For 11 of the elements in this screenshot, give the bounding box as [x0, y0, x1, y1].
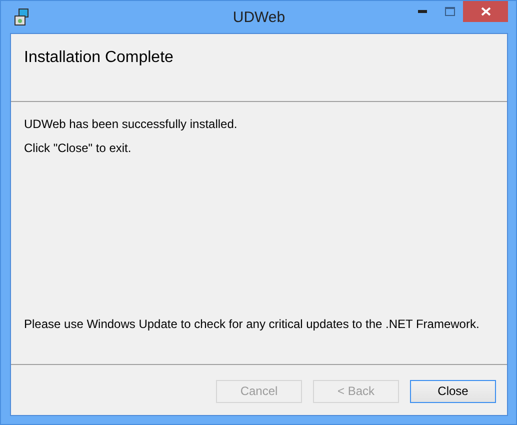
- page-heading: Installation Complete: [24, 49, 174, 66]
- note-text: Please use Windows Update to check for any critical updates to the .NET Framework.: [24, 317, 480, 331]
- close-icon: [480, 7, 490, 16]
- dialog-button[interactable]: Close: [410, 380, 496, 402]
- message-text: Click "Close" to exit.: [24, 141, 132, 155]
- window-title: UDWeb: [232, 9, 286, 26]
- minimize-icon: [418, 10, 427, 13]
- close-button[interactable]: [463, 1, 508, 22]
- installer-icon: [14, 8, 30, 26]
- message-text: UDWeb has been successfully installed.: [24, 117, 238, 131]
- maximize-icon: [444, 7, 454, 16]
